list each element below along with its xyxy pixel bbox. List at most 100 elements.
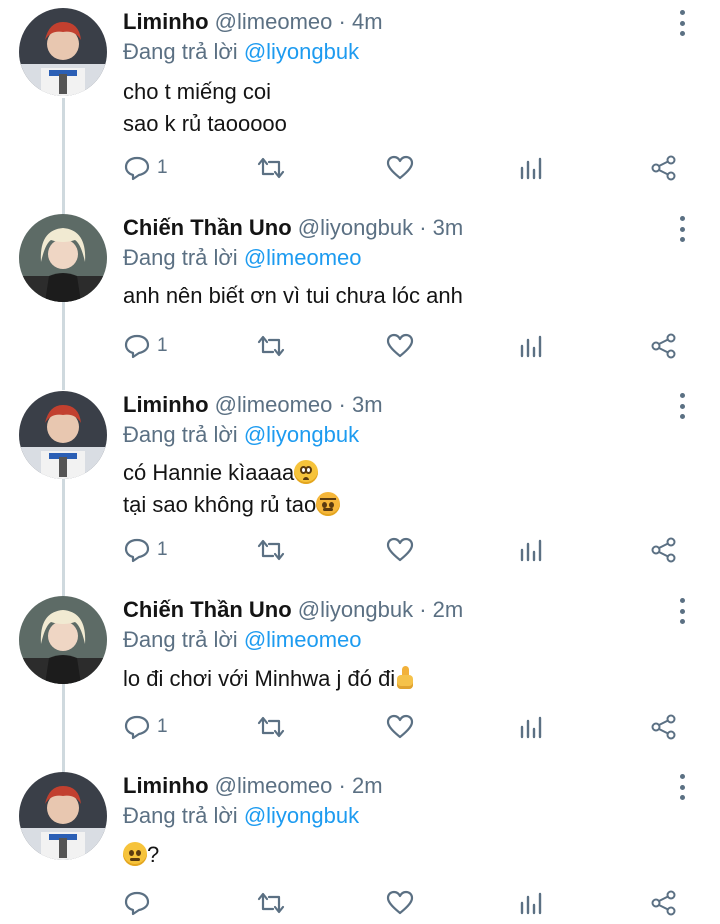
separator: · — [338, 773, 346, 798]
more-vertical-icon[interactable] — [673, 10, 691, 36]
display-name[interactable]: Liminho — [123, 392, 209, 417]
tweet-text-line: có Hannie kìaaaa — [123, 460, 295, 485]
tweet-text-row: lo đi chơi với Minhwa j đó đi — [123, 663, 415, 695]
analytics-icon — [520, 157, 542, 180]
share-button[interactable] — [650, 886, 678, 920]
heart-icon — [386, 890, 414, 915]
tweet-text-line: anh nên biết ơn vì tui chưa lóc anh — [123, 283, 463, 308]
display-name[interactable]: Liminho — [123, 9, 209, 34]
retweet-button[interactable] — [255, 151, 287, 185]
username[interactable]: @limeomeo — [215, 9, 333, 34]
share-button[interactable] — [650, 710, 678, 744]
tweet-actions: 1 — [0, 151, 720, 185]
username[interactable]: @limeomeo — [215, 773, 333, 798]
mention-link[interactable]: @liyongbuk — [244, 39, 359, 64]
retweet-icon — [257, 157, 285, 179]
avatar[interactable] — [19, 772, 107, 860]
tweet-text: anh nên biết ơn vì tui chưa lóc anh — [123, 280, 463, 312]
reply-icon — [124, 715, 150, 740]
analytics-button[interactable] — [519, 886, 545, 920]
reply-button[interactable] — [123, 886, 157, 920]
share-button[interactable] — [650, 533, 678, 567]
reply-button[interactable]: 1 — [123, 151, 168, 185]
analytics-button[interactable] — [519, 710, 545, 744]
reply-button[interactable]: 1 — [123, 710, 168, 744]
timestamp[interactable]: 4m — [352, 9, 383, 34]
retweet-icon — [257, 892, 285, 914]
analytics-button[interactable] — [519, 151, 545, 185]
replying-to: Đang trả lời @liyongbuk — [123, 802, 359, 830]
tweet-text: cho t miếng coi sao k rủ taooooo — [123, 76, 287, 140]
reply-count: 1 — [157, 157, 168, 178]
avatar[interactable] — [19, 8, 107, 96]
more-vertical-icon[interactable] — [673, 598, 691, 624]
retweet-button[interactable] — [255, 329, 287, 363]
like-button[interactable] — [386, 151, 414, 185]
like-button[interactable] — [386, 533, 414, 567]
tweet-text: có Hannie kìaaaa tại sao không rủ tao — [123, 457, 341, 521]
like-button[interactable] — [386, 886, 414, 920]
retweet-button[interactable] — [255, 710, 287, 744]
replying-to: Đang trả lời @liyongbuk — [123, 38, 359, 66]
mention-link[interactable]: @limeomeo — [244, 627, 362, 652]
display-name[interactable]: Chiến Thần Uno — [123, 597, 292, 622]
face-with-raised-eyebrow-icon — [123, 842, 147, 866]
tweet-header: Liminho @limeomeo · 4m — [123, 8, 383, 36]
tweet-actions — [0, 886, 720, 920]
timestamp[interactable]: 2m — [433, 597, 464, 622]
tweet-text-line: sao k rủ taooooo — [123, 111, 287, 136]
username[interactable]: @liyongbuk — [298, 215, 413, 240]
retweet-button[interactable] — [255, 886, 287, 920]
display-name[interactable]: Chiến Thần Uno — [123, 215, 292, 240]
tweet-text-row: có Hannie kìaaaa — [123, 457, 340, 489]
timestamp[interactable]: 2m — [352, 773, 383, 798]
retweet-icon — [257, 539, 285, 561]
mention-link[interactable]: @limeomeo — [244, 245, 362, 270]
tweet-actions: 1 — [0, 329, 720, 363]
replying-to: Đang trả lời @liyongbuk — [123, 421, 359, 449]
timestamp[interactable]: 3m — [352, 392, 383, 417]
mention-link[interactable]: @liyongbuk — [244, 422, 359, 447]
avatar[interactable] — [19, 214, 107, 302]
reply-icon — [124, 334, 150, 359]
analytics-icon — [520, 892, 542, 915]
separator: · — [338, 392, 346, 417]
reply-icon — [124, 156, 150, 181]
replying-to-label: Đang trả lời — [123, 39, 238, 64]
analytics-button[interactable] — [519, 533, 545, 567]
reply-count: 1 — [157, 539, 168, 560]
avatar[interactable] — [19, 596, 107, 684]
reply-button[interactable]: 1 — [123, 533, 168, 567]
heart-icon — [386, 537, 414, 562]
tweet-actions: 1 — [0, 533, 720, 567]
mention-link[interactable]: @liyongbuk — [244, 803, 359, 828]
avatar[interactable] — [19, 391, 107, 479]
share-button[interactable] — [650, 151, 678, 185]
timestamp[interactable]: 3m — [433, 215, 464, 240]
like-button[interactable] — [386, 329, 414, 363]
angry-face-icon — [316, 492, 341, 516]
separator: · — [419, 597, 427, 622]
analytics-button[interactable] — [519, 329, 545, 363]
more-vertical-icon[interactable] — [673, 393, 691, 419]
analytics-icon — [520, 335, 542, 358]
like-button[interactable] — [386, 710, 414, 744]
retweet-button[interactable] — [255, 533, 287, 567]
tweet-text-line: tại sao không rủ tao — [123, 492, 317, 517]
more-vertical-icon[interactable] — [673, 774, 691, 800]
reply-button[interactable]: 1 — [123, 329, 168, 363]
tweet-text: lo đi chơi với Minhwa j đó đi — [123, 663, 415, 695]
more-vertical-icon[interactable] — [673, 216, 691, 242]
tweet-text: ? — [123, 839, 159, 871]
username[interactable]: @liyongbuk — [298, 597, 413, 622]
analytics-icon — [520, 716, 542, 739]
pleading-face-icon — [294, 460, 319, 484]
replying-to-label: Đang trả lời — [123, 245, 238, 270]
replying-to-label: Đang trả lời — [123, 627, 238, 652]
replying-to: Đang trả lời @limeomeo — [123, 626, 362, 654]
username[interactable]: @limeomeo — [215, 392, 333, 417]
replying-to-label: Đang trả lời — [123, 803, 238, 828]
tweet-text-row: tại sao không rủ tao — [123, 489, 341, 521]
share-button[interactable] — [650, 329, 678, 363]
display-name[interactable]: Liminho — [123, 773, 209, 798]
